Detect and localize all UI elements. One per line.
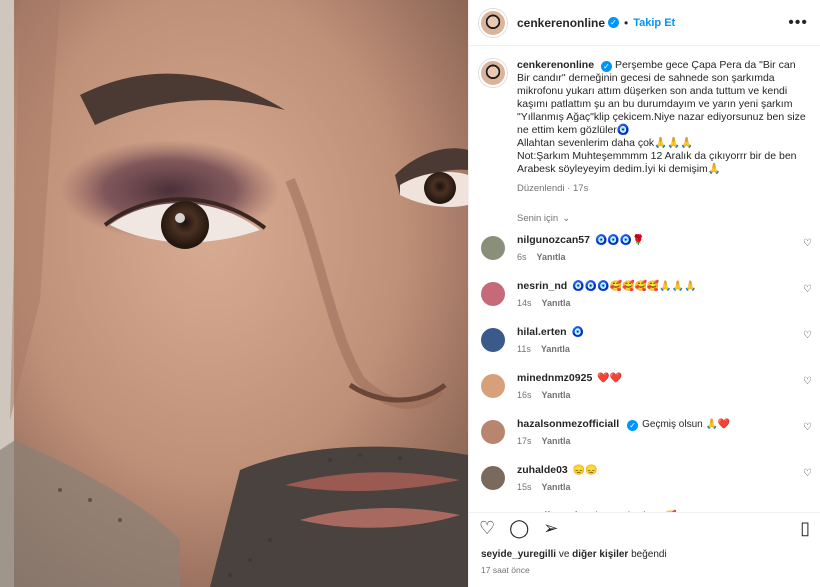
comment-body: hazalsonmezofficiall ✓ Geçmiş olsun 🙏❤️ 17s… (517, 418, 730, 448)
comment-row: hilal.erten 🧿 11s Yanıtla ♡ (469, 316, 820, 362)
comment-age: 14s (517, 298, 532, 308)
edited-label: Düzenlendi (517, 183, 565, 194)
more-icon[interactable]: ••• (788, 14, 808, 32)
separator-dot: • (624, 15, 629, 30)
comment-body: nilgunozcan57 🧿🧿🧿🌹 6s Yanıtla (517, 234, 645, 264)
comment-row: hazalsonmezofficiall ✓ Geçmiş olsun 🙏❤️ 17s… (469, 408, 820, 454)
comment-meta: 16s Yanıtla (517, 389, 622, 402)
chevron-down-icon: ⌄ (562, 213, 571, 224)
caption-line-2: Allahtan sevenlerim daha çok🙏🙏🙏 (517, 137, 694, 149)
comment-avatar[interactable] (481, 420, 505, 444)
comment-username[interactable]: minednmz0925 (517, 372, 592, 384)
liked-by-others[interactable]: diğer kişiler (572, 549, 628, 560)
comment-meta: 11s Yanıtla (517, 343, 584, 356)
comment-meta: 15s Yanıtla (517, 481, 598, 494)
comment-age: 17s (517, 436, 532, 446)
post-time[interactable]: 17 saat önce (481, 565, 530, 575)
reply-button[interactable]: Yanıtla (542, 436, 571, 446)
comment-age: 6s (517, 252, 527, 262)
comment-row: zuhalde03 😞😞 15s Yanıtla ♡ (469, 454, 820, 500)
comment-row: nilgunozcan57 🧿🧿🧿🌹 6s Yanıtla ♡ (469, 224, 820, 270)
caption-body: cenkerenonline ✓ Perşembe gece Çapa Pera … (517, 59, 807, 195)
comment-meta: 17s Yanıtla (517, 435, 730, 448)
caption-username[interactable]: cenkerenonline (517, 59, 594, 71)
comment-age: 11s (517, 344, 531, 354)
comment-text: 🧿 (571, 327, 585, 338)
comment-text: ❤️❤️ (597, 373, 623, 384)
verified-icon: ✓ (601, 61, 613, 72)
comment-like-heart-icon[interactable]: ♡ (803, 468, 812, 479)
reply-button[interactable]: Yanıtla (537, 252, 566, 262)
comment-username[interactable]: nesrin_nd (517, 280, 567, 292)
likes-summary: seyide_yuregilli ve diğer kişiler beğend… (481, 549, 667, 560)
comment-avatar[interactable] (481, 374, 505, 398)
reply-button[interactable]: Yanıtla (541, 344, 570, 354)
comment-like-heart-icon[interactable]: ♡ (803, 330, 812, 341)
comment-row: tanselkutsalÇok geçmiş olsun 🥰♡ (469, 500, 820, 512)
comment-age: 16s (517, 390, 532, 400)
comment-text: Geçmiş olsun 🙏❤️ (642, 419, 731, 430)
post-side-panel: cenkerenonline ✓ • Takip Et ••• cenkeren… (468, 0, 820, 587)
reply-button[interactable]: Yanıtla (542, 298, 571, 308)
comment-text: 🧿🧿🧿🌹 (594, 235, 645, 246)
comment-username[interactable]: hazalsonmezofficiall (517, 418, 619, 430)
comment-username[interactable]: nilgunozcan57 (517, 234, 590, 246)
comment-body: nesrin_nd 🧿🧿🧿🥰🥰🥰🥰🙏🙏🙏 14s Yanıtla (517, 280, 697, 310)
post-header: cenkerenonline ✓ • Takip Et ••• (469, 0, 820, 46)
comments-scroll-area[interactable]: cenkerenonline ✓ Perşembe gece Çapa Pera … (469, 47, 820, 512)
verified-icon: ✓ (608, 17, 620, 28)
reply-button[interactable]: Yanıtla (542, 482, 571, 492)
comment-row: minednmz0925 ❤️❤️ 16s Yanıtla ♡ (469, 362, 820, 408)
comment-body: hilal.erten 🧿 11s Yanıtla (517, 326, 584, 356)
comment-like-heart-icon[interactable]: ♡ (803, 238, 812, 249)
post-photo-face (0, 0, 468, 587)
comment-username[interactable]: zuhalde03 (517, 464, 568, 476)
comment-meta: 14s Yanıtla (517, 297, 697, 310)
comment-age: 15s (517, 482, 532, 492)
verified-icon: ✓ (627, 420, 639, 431)
comment-body: minednmz0925 ❤️❤️ 16s Yanıtla (517, 372, 622, 402)
follow-button[interactable]: Takip Et (633, 17, 675, 29)
liked-by-suffix: beğendi (631, 549, 667, 560)
comment-avatar[interactable] (481, 328, 505, 352)
author-username[interactable]: cenkerenonline (517, 16, 605, 30)
liked-by-user[interactable]: seyide_yuregilli (481, 549, 556, 560)
comment-icon[interactable]: ◯ (509, 519, 529, 537)
comment-avatar[interactable] (481, 282, 505, 306)
liked-by-and: ve (558, 549, 570, 560)
heart-icon[interactable]: ♡ (479, 519, 495, 537)
comment-text: 😞😞 (572, 465, 598, 476)
reply-button[interactable]: Yanıtla (542, 390, 571, 400)
comment-like-heart-icon[interactable]: ♡ (803, 284, 812, 295)
post-window: cenkerenonline ✓ • Takip Et ••• cenkeren… (0, 0, 820, 587)
caption-age: 17s (573, 183, 589, 194)
for-you-filter[interactable]: Senin için ⌄ (469, 195, 820, 224)
comment-body: zuhalde03 😞😞 15s Yanıtla (517, 464, 598, 494)
comment-avatar[interactable] (481, 236, 505, 260)
comment-avatar[interactable] (481, 466, 505, 490)
comment-like-heart-icon[interactable]: ♡ (803, 376, 812, 387)
bookmark-icon[interactable]: ▯ (800, 519, 810, 537)
comment-row: nesrin_nd 🧿🧿🧿🥰🥰🥰🥰🙏🙏🙏 14s Yanıtla ♡ (469, 270, 820, 316)
comment-list: nilgunozcan57 🧿🧿🧿🌹 6s Yanıtla ♡ nesrin_nd 🧿🧿🧿🥰… (469, 224, 820, 512)
share-icon[interactable]: ➢ (543, 519, 558, 537)
caption-meta: Düzenlendi · 17s (517, 182, 807, 195)
action-bar: ♡ ◯ ➢ ▯ (469, 512, 820, 542)
caption-line-3: Not:Şarkım Muhteşemmmm 12 Aralık da çıkı… (517, 150, 797, 175)
caption: cenkerenonline ✓ Perşembe gece Çapa Pera … (469, 47, 820, 195)
caption-author-avatar[interactable] (479, 59, 507, 87)
author-avatar[interactable] (479, 8, 507, 37)
for-you-label: Senin için (517, 213, 559, 224)
post-image[interactable] (0, 0, 468, 587)
comment-meta: 6s Yanıtla (517, 251, 645, 264)
comment-like-heart-icon[interactable]: ♡ (803, 422, 812, 433)
comment-text: 🧿🧿🧿🥰🥰🥰🥰🙏🙏🙏 (572, 281, 697, 292)
comment-username[interactable]: hilal.erten (517, 326, 567, 338)
